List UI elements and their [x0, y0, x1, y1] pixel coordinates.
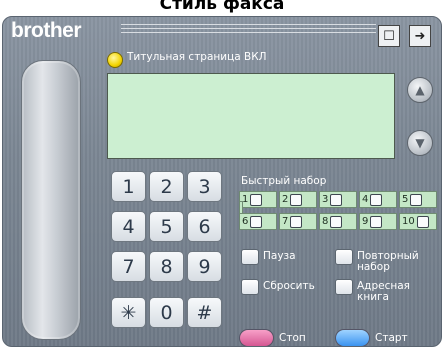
reset-button[interactable] [241, 279, 259, 295]
page-title: Стиль факса [159, 0, 285, 14]
pause-label: Пауза [263, 250, 296, 262]
key-3[interactable]: 3 [187, 171, 222, 202]
speed-dial-number: 6 [242, 216, 249, 227]
speed-dial-button[interactable] [290, 215, 303, 228]
divider [121, 28, 376, 29]
fax-display [107, 73, 395, 159]
send-icon: ➜ [414, 28, 426, 44]
stop-button[interactable] [239, 329, 274, 346]
scroll-up-button[interactable]: ▲ [407, 77, 433, 103]
arrow-up-icon: ▲ [415, 83, 425, 97]
fax-panel: brother ☐ ➜ Титульная страница ВКЛ ▲ ▼ 1… [2, 16, 442, 347]
document-icon: ☐ [383, 28, 395, 44]
arrow-down-icon: ▼ [415, 136, 425, 150]
brand-logo: brother [11, 19, 82, 42]
document-icon-button[interactable]: ☐ [378, 25, 400, 47]
scroll-down-button[interactable]: ▼ [407, 130, 433, 156]
key-5[interactable]: 5 [149, 211, 184, 242]
key-2[interactable]: 2 [149, 171, 184, 202]
speed-dial-9[interactable]: 9 [359, 213, 397, 230]
cover-page-label: Титульная страница ВКЛ [127, 51, 267, 63]
redial-label: Повторный набор [357, 250, 419, 273]
speed-dial-5[interactable]: 5 [399, 191, 437, 208]
start-button[interactable] [335, 329, 370, 346]
start-label: Старт [375, 332, 408, 344]
speed-dial-button[interactable] [250, 193, 263, 206]
speed-dial-number: 9 [362, 216, 369, 227]
speed-dial-title: Быстрый набор [241, 175, 327, 187]
speed-dial-button[interactable] [416, 215, 429, 228]
key-7[interactable]: 7 [111, 251, 146, 282]
redial-button[interactable] [335, 249, 353, 265]
speed-dial-button[interactable] [330, 215, 343, 228]
speed-dial-4[interactable]: 4 [359, 191, 397, 208]
speed-dial-button[interactable] [330, 193, 343, 206]
speed-dial-3[interactable]: 3 [319, 191, 357, 208]
key-star[interactable]: ✳ [111, 297, 146, 328]
speed-dial-number: 8 [322, 216, 329, 227]
speed-dial-number: 7 [282, 216, 289, 227]
speed-dial-7[interactable]: 7 [279, 213, 317, 230]
speed-dial-number: 5 [402, 194, 409, 205]
cover-page-indicator-icon [107, 52, 123, 68]
speed-dial-button[interactable] [290, 193, 303, 206]
speed-dial-button[interactable] [250, 215, 263, 228]
speed-dial-1[interactable]: 1 [239, 191, 277, 208]
stop-label: Стоп [279, 332, 306, 344]
speed-dial-number: 4 [362, 194, 369, 205]
pause-button[interactable] [241, 249, 259, 265]
speed-dial-8[interactable]: 8 [319, 213, 357, 230]
address-book-button[interactable] [335, 279, 353, 295]
speed-dial-number: 3 [322, 194, 329, 205]
key-4[interactable]: 4 [111, 211, 146, 242]
key-9[interactable]: 9 [187, 251, 222, 282]
divider [121, 32, 376, 33]
speed-dial-2[interactable]: 2 [279, 191, 317, 208]
key-0[interactable]: 0 [149, 297, 184, 328]
speed-dial-button[interactable] [370, 193, 383, 206]
speed-dial-button[interactable] [410, 193, 423, 206]
reset-label: Сбросить [263, 280, 315, 292]
key-hash[interactable]: # [187, 297, 222, 328]
speed-dial-6[interactable]: 6 [239, 213, 277, 230]
speed-dial-number: 10 [402, 216, 415, 227]
speed-dial-10[interactable]: 10 [399, 213, 437, 230]
speed-dial-number: 2 [282, 194, 289, 205]
key-1[interactable]: 1 [111, 171, 146, 202]
speed-dial-button[interactable] [370, 215, 383, 228]
phone-handset [21, 60, 81, 340]
key-6[interactable]: 6 [187, 211, 222, 242]
key-8[interactable]: 8 [149, 251, 184, 282]
send-icon-button[interactable]: ➜ [409, 25, 431, 47]
divider [121, 24, 376, 25]
address-book-label: Адресная книга [357, 280, 410, 303]
